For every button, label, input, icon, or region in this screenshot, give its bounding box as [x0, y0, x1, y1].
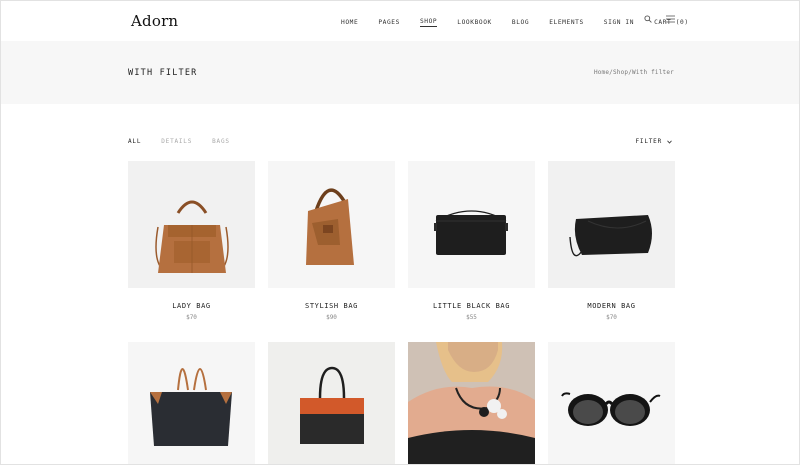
breadcrumb[interactable]: Home/Shop/With filter	[594, 69, 674, 76]
filter-tab-details[interactable]: DETAILS	[161, 138, 192, 145]
page-title-bar: WITH FILTER Home/Shop/With filter	[1, 41, 799, 104]
product-price: $70	[186, 314, 197, 321]
black-orange-handbag-image[interactable]	[268, 342, 395, 464]
page-frame: Adorn HOME PAGES SHOP LOOKBOOK BLOG ELEM…	[0, 0, 800, 465]
statement-necklace-model-image[interactable]	[408, 342, 535, 464]
search-icon[interactable]	[644, 15, 652, 23]
tan-hobo-bag-image[interactable]	[268, 161, 395, 288]
product-card[interactable]: STYLISH BAG $90	[268, 161, 395, 321]
product-card[interactable]: LADY BAG $70	[128, 161, 255, 321]
product-name[interactable]: MODERN BAG	[548, 302, 675, 310]
product-card[interactable]	[268, 342, 395, 464]
filter-tab-all[interactable]: ALL	[128, 138, 141, 145]
nav-item-pages[interactable]: PAGES	[378, 19, 400, 26]
black-sunglasses-image[interactable]	[548, 342, 675, 464]
black-crossbody-bag-image[interactable]	[408, 161, 535, 288]
logo[interactable]: Adorn	[131, 12, 178, 30]
product-name[interactable]: LITTLE BLACK BAG	[408, 302, 535, 310]
main-nav: HOME PAGES SHOP LOOKBOOK BLOG ELEMENTS S…	[341, 17, 709, 27]
nav-item-sign-in[interactable]: SIGN IN	[604, 19, 634, 26]
nav-item-lookbook[interactable]: LOOKBOOK	[457, 19, 492, 26]
filter-tab-bags[interactable]: BAGS	[212, 138, 230, 145]
category-filter-tabs: ALL DETAILS BAGS	[128, 138, 250, 145]
filter-dropdown-label: FILTER	[635, 138, 662, 145]
nav-item-home[interactable]: HOME	[341, 19, 358, 26]
product-card[interactable]: LITTLE BLACK BAG $55	[408, 161, 535, 321]
filter-dropdown[interactable]: FILTER	[636, 138, 672, 145]
tan-leather-tote-image[interactable]	[128, 161, 255, 288]
product-price: $90	[326, 314, 337, 321]
nav-item-shop[interactable]: SHOP	[419, 18, 438, 27]
product-card[interactable]	[128, 342, 255, 464]
product-price: $55	[466, 314, 477, 321]
product-card[interactable]	[408, 342, 535, 464]
product-card[interactable]	[548, 342, 675, 464]
black-tote-tan-handles-image[interactable]	[128, 342, 255, 464]
page-title: WITH FILTER	[128, 68, 198, 78]
product-price: $70	[606, 314, 617, 321]
product-card[interactable]: MODERN BAG $70	[548, 161, 675, 321]
black-shoulder-bag-image[interactable]	[548, 161, 675, 288]
nav-item-blog[interactable]: BLOG	[512, 19, 529, 26]
product-name[interactable]: STYLISH BAG	[268, 302, 395, 310]
chevron-down-icon	[667, 140, 672, 144]
site-header: Adorn HOME PAGES SHOP LOOKBOOK BLOG ELEM…	[1, 1, 799, 41]
nav-item-elements[interactable]: ELEMENTS	[549, 19, 584, 26]
hamburger-menu-icon[interactable]	[666, 15, 675, 23]
product-name[interactable]: LADY BAG	[128, 302, 255, 310]
